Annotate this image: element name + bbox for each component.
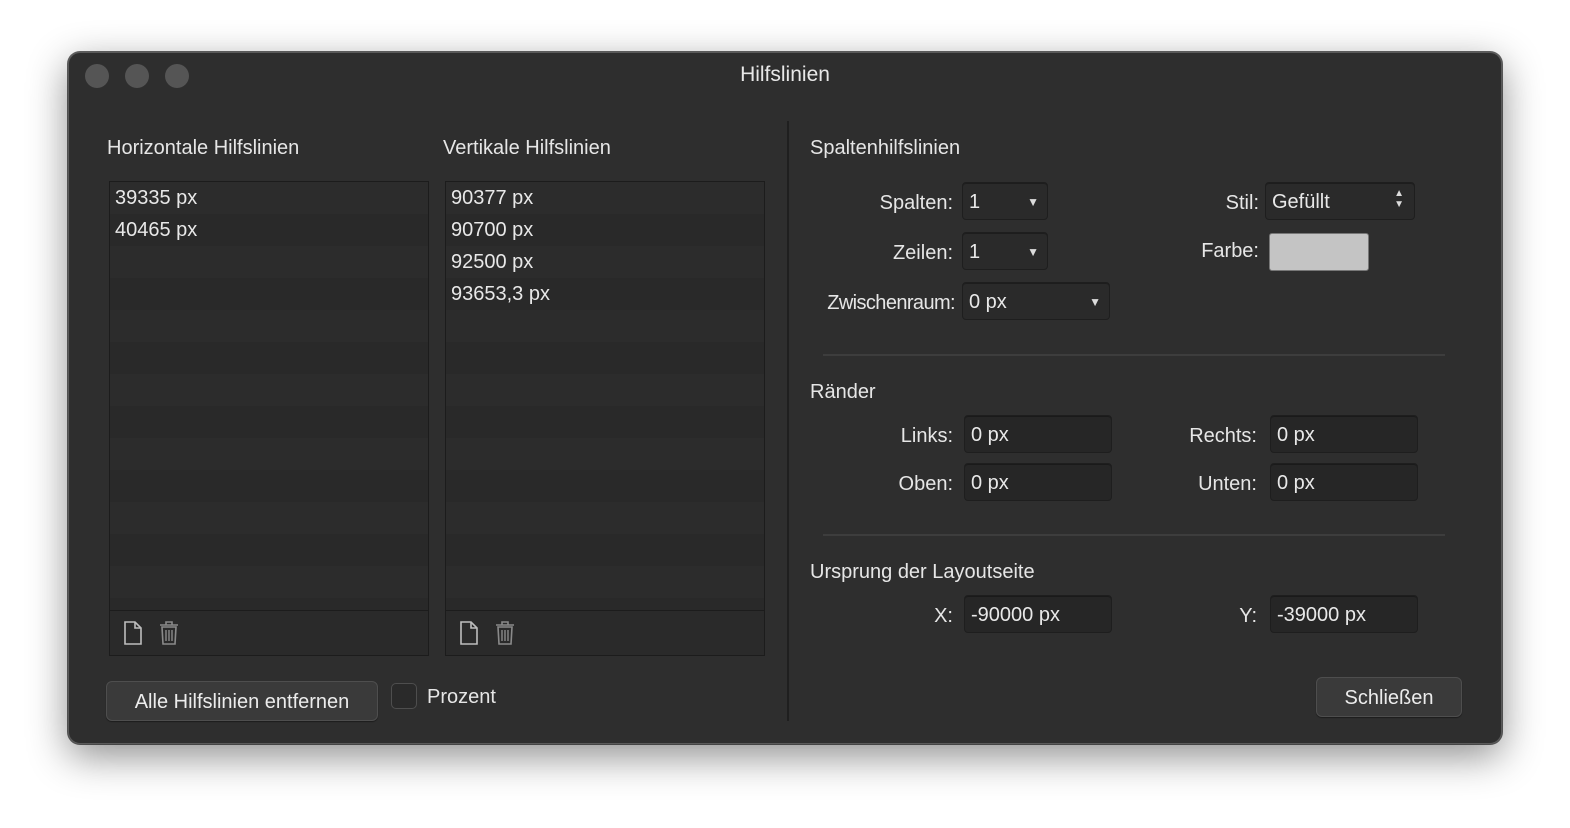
title-bar: Hilfslinien — [69, 53, 1501, 97]
top-margin-input[interactable]: 0 px — [964, 463, 1112, 501]
empty-row — [446, 598, 764, 610]
right-margin-label: Rechts: — [1189, 425, 1257, 447]
bottom-margin-input[interactable]: 0 px — [1270, 463, 1418, 501]
empty-row — [446, 342, 764, 374]
gutter-dropdown[interactable]: 0 px ▼ — [962, 282, 1110, 320]
right-margin-input[interactable]: 0 px — [1270, 415, 1418, 453]
columns-dropdown[interactable]: 1 ▼ — [962, 182, 1048, 220]
bottom-margin-label: Unten: — [1198, 473, 1257, 495]
empty-row — [446, 374, 764, 406]
rows-value: 1 — [969, 241, 981, 263]
origin-x-label: X: — [934, 605, 953, 627]
empty-row — [110, 278, 428, 310]
empty-row — [110, 406, 428, 438]
guide-row[interactable]: 93653,3 px — [446, 278, 764, 310]
percent-label: Prozent — [427, 686, 496, 708]
horizontal-guides-toolbar — [109, 611, 429, 656]
rows-dropdown[interactable]: 1 ▼ — [962, 232, 1048, 270]
vertical-guides-title: Vertikale Hilfslinien — [443, 137, 611, 159]
rows-label: Zeilen: — [892, 242, 953, 264]
empty-row — [110, 534, 428, 566]
trash-icon[interactable] — [492, 619, 518, 647]
stepper-arrows-icon: ▲ ▼ — [1394, 188, 1404, 210]
empty-row — [110, 598, 428, 610]
left-margin-label: Links: — [900, 425, 953, 447]
empty-row — [110, 566, 428, 598]
empty-row — [110, 502, 428, 534]
color-swatch[interactable] — [1269, 233, 1369, 271]
empty-row — [446, 502, 764, 534]
empty-row — [446, 406, 764, 438]
caret-down-icon: ▼ — [1027, 195, 1039, 209]
margins-title: Ränder — [810, 381, 876, 403]
columns-value: 1 — [969, 191, 981, 213]
empty-row — [446, 470, 764, 502]
empty-row — [110, 246, 428, 278]
empty-row — [110, 470, 428, 502]
window-title: Hilfslinien — [740, 63, 830, 86]
empty-row — [110, 310, 428, 342]
percent-checkbox[interactable] — [391, 683, 417, 709]
column-guides-title: Spaltenhilfslinien — [810, 137, 961, 159]
close-button[interactable]: Schließen — [1316, 677, 1462, 717]
top-margin-label: Oben: — [898, 473, 953, 495]
origin-y-label: Y: — [1239, 605, 1257, 627]
empty-row — [446, 566, 764, 598]
style-label: Stil: — [1225, 192, 1259, 214]
origin-x-input[interactable]: -90000 px — [964, 595, 1112, 633]
style-dropdown[interactable]: Gefüllt ▲ ▼ — [1265, 182, 1415, 220]
remove-all-guides-button[interactable]: Alle Hilfslinien entfernen — [106, 681, 378, 721]
horizontal-guides-title: Horizontale Hilfslinien — [107, 137, 300, 159]
style-value: Gefüllt — [1272, 191, 1330, 213]
section-divider — [823, 354, 1445, 356]
empty-row — [110, 438, 428, 470]
add-guide-icon[interactable] — [456, 619, 482, 647]
gutter-label: Zwischenraum: — [827, 292, 955, 314]
guide-row[interactable]: 40465 px — [110, 214, 428, 246]
caret-down-icon: ▼ — [1027, 245, 1039, 259]
empty-row — [110, 342, 428, 374]
caret-down-icon: ▼ — [1089, 295, 1101, 309]
guide-row[interactable]: 90377 px — [446, 182, 764, 214]
empty-row — [446, 310, 764, 342]
vertical-guides-list[interactable]: 90377 px 90700 px 92500 px 93653,3 px — [445, 181, 765, 611]
section-divider — [823, 534, 1445, 536]
empty-row — [446, 438, 764, 470]
guide-row[interactable]: 39335 px — [110, 182, 428, 214]
vertical-guides-toolbar — [445, 611, 765, 656]
trash-icon[interactable] — [156, 619, 182, 647]
origin-y-input[interactable]: -39000 px — [1270, 595, 1418, 633]
horizontal-guides-list[interactable]: 39335 px 40465 px — [109, 181, 429, 611]
columns-label: Spalten: — [879, 192, 953, 214]
guide-row[interactable]: 92500 px — [446, 246, 764, 278]
empty-row — [446, 534, 764, 566]
empty-row — [110, 374, 428, 406]
color-label: Farbe: — [1201, 240, 1259, 262]
guides-dialog: Hilfslinien Horizontale Hilfslinien 3933… — [68, 52, 1502, 744]
guide-row[interactable]: 90700 px — [446, 214, 764, 246]
gutter-value: 0 px — [969, 291, 1007, 313]
panel-divider — [787, 121, 789, 721]
left-margin-input[interactable]: 0 px — [964, 415, 1112, 453]
add-guide-icon[interactable] — [120, 619, 146, 647]
origin-title: Ursprung der Layoutseite — [810, 561, 1035, 583]
